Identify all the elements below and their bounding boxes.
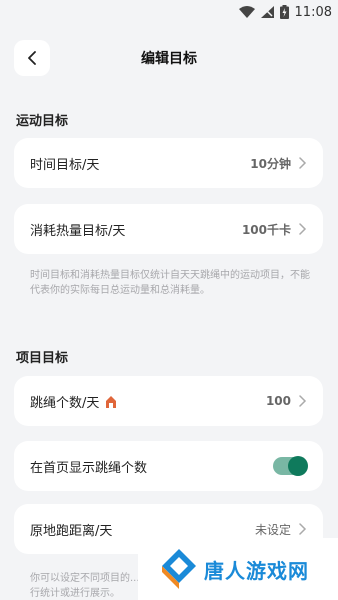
wifi-icon [238,6,255,18]
run-distance-value: 未设定 [254,522,291,537]
show-on-home-row: 在首页显示跳绳个数 [14,441,323,491]
show-on-home-toggle[interactable] [273,456,308,476]
watermark-text: 唐人游戏网 [204,558,309,583]
status-bar: 11:08 [0,0,338,24]
chevron-right-icon [299,395,307,407]
toggle-knob [288,456,308,476]
calorie-goal-value: 100千卡 [241,222,291,237]
header: 编辑目标 [0,36,338,80]
jump-count-label: 跳绳个数/天 [30,392,117,411]
section-title-project: 项目目标 [16,351,69,366]
page-title: 编辑目标 [141,51,197,67]
status-icons: 11:08 [238,3,332,21]
status-time: 11:08 [294,4,332,20]
battery-icon [279,5,289,19]
run-distance-label: 原地跑距离/天 [30,523,113,539]
jump-count-row[interactable]: 跳绳个数/天 100 [14,376,323,426]
time-goal-row[interactable]: 时间目标/天 10分钟 [14,138,323,188]
section-title-exercise: 运动目标 [16,114,69,129]
watermark-logo-icon [162,549,196,589]
chevron-right-icon [299,523,307,535]
signal-icon [260,6,274,18]
chevron-right-icon [299,223,307,235]
time-goal-label: 时间目标/天 [30,157,100,173]
fire-icon [106,395,117,408]
exercise-note: 时间目标和消耗热量目标仅统计自天天跳绳中的运动项目，不能代表你的实际每日总运动量… [30,270,310,296]
jump-count-value: 100 [265,394,291,408]
show-on-home-label: 在首页显示跳绳个数 [30,460,148,476]
bottom-note: 你可以设定不同项目的...进行统计或进行展示。 [30,573,150,599]
watermark: 唐人游戏网 [138,538,338,600]
jump-count-label-text: 跳绳个数/天 [30,395,100,411]
calorie-goal-row[interactable]: 消耗热量目标/天 100千卡 [14,204,323,254]
chevron-right-icon [299,157,307,169]
calorie-goal-label: 消耗热量目标/天 [30,223,126,239]
time-goal-value: 10分钟 [250,156,291,171]
